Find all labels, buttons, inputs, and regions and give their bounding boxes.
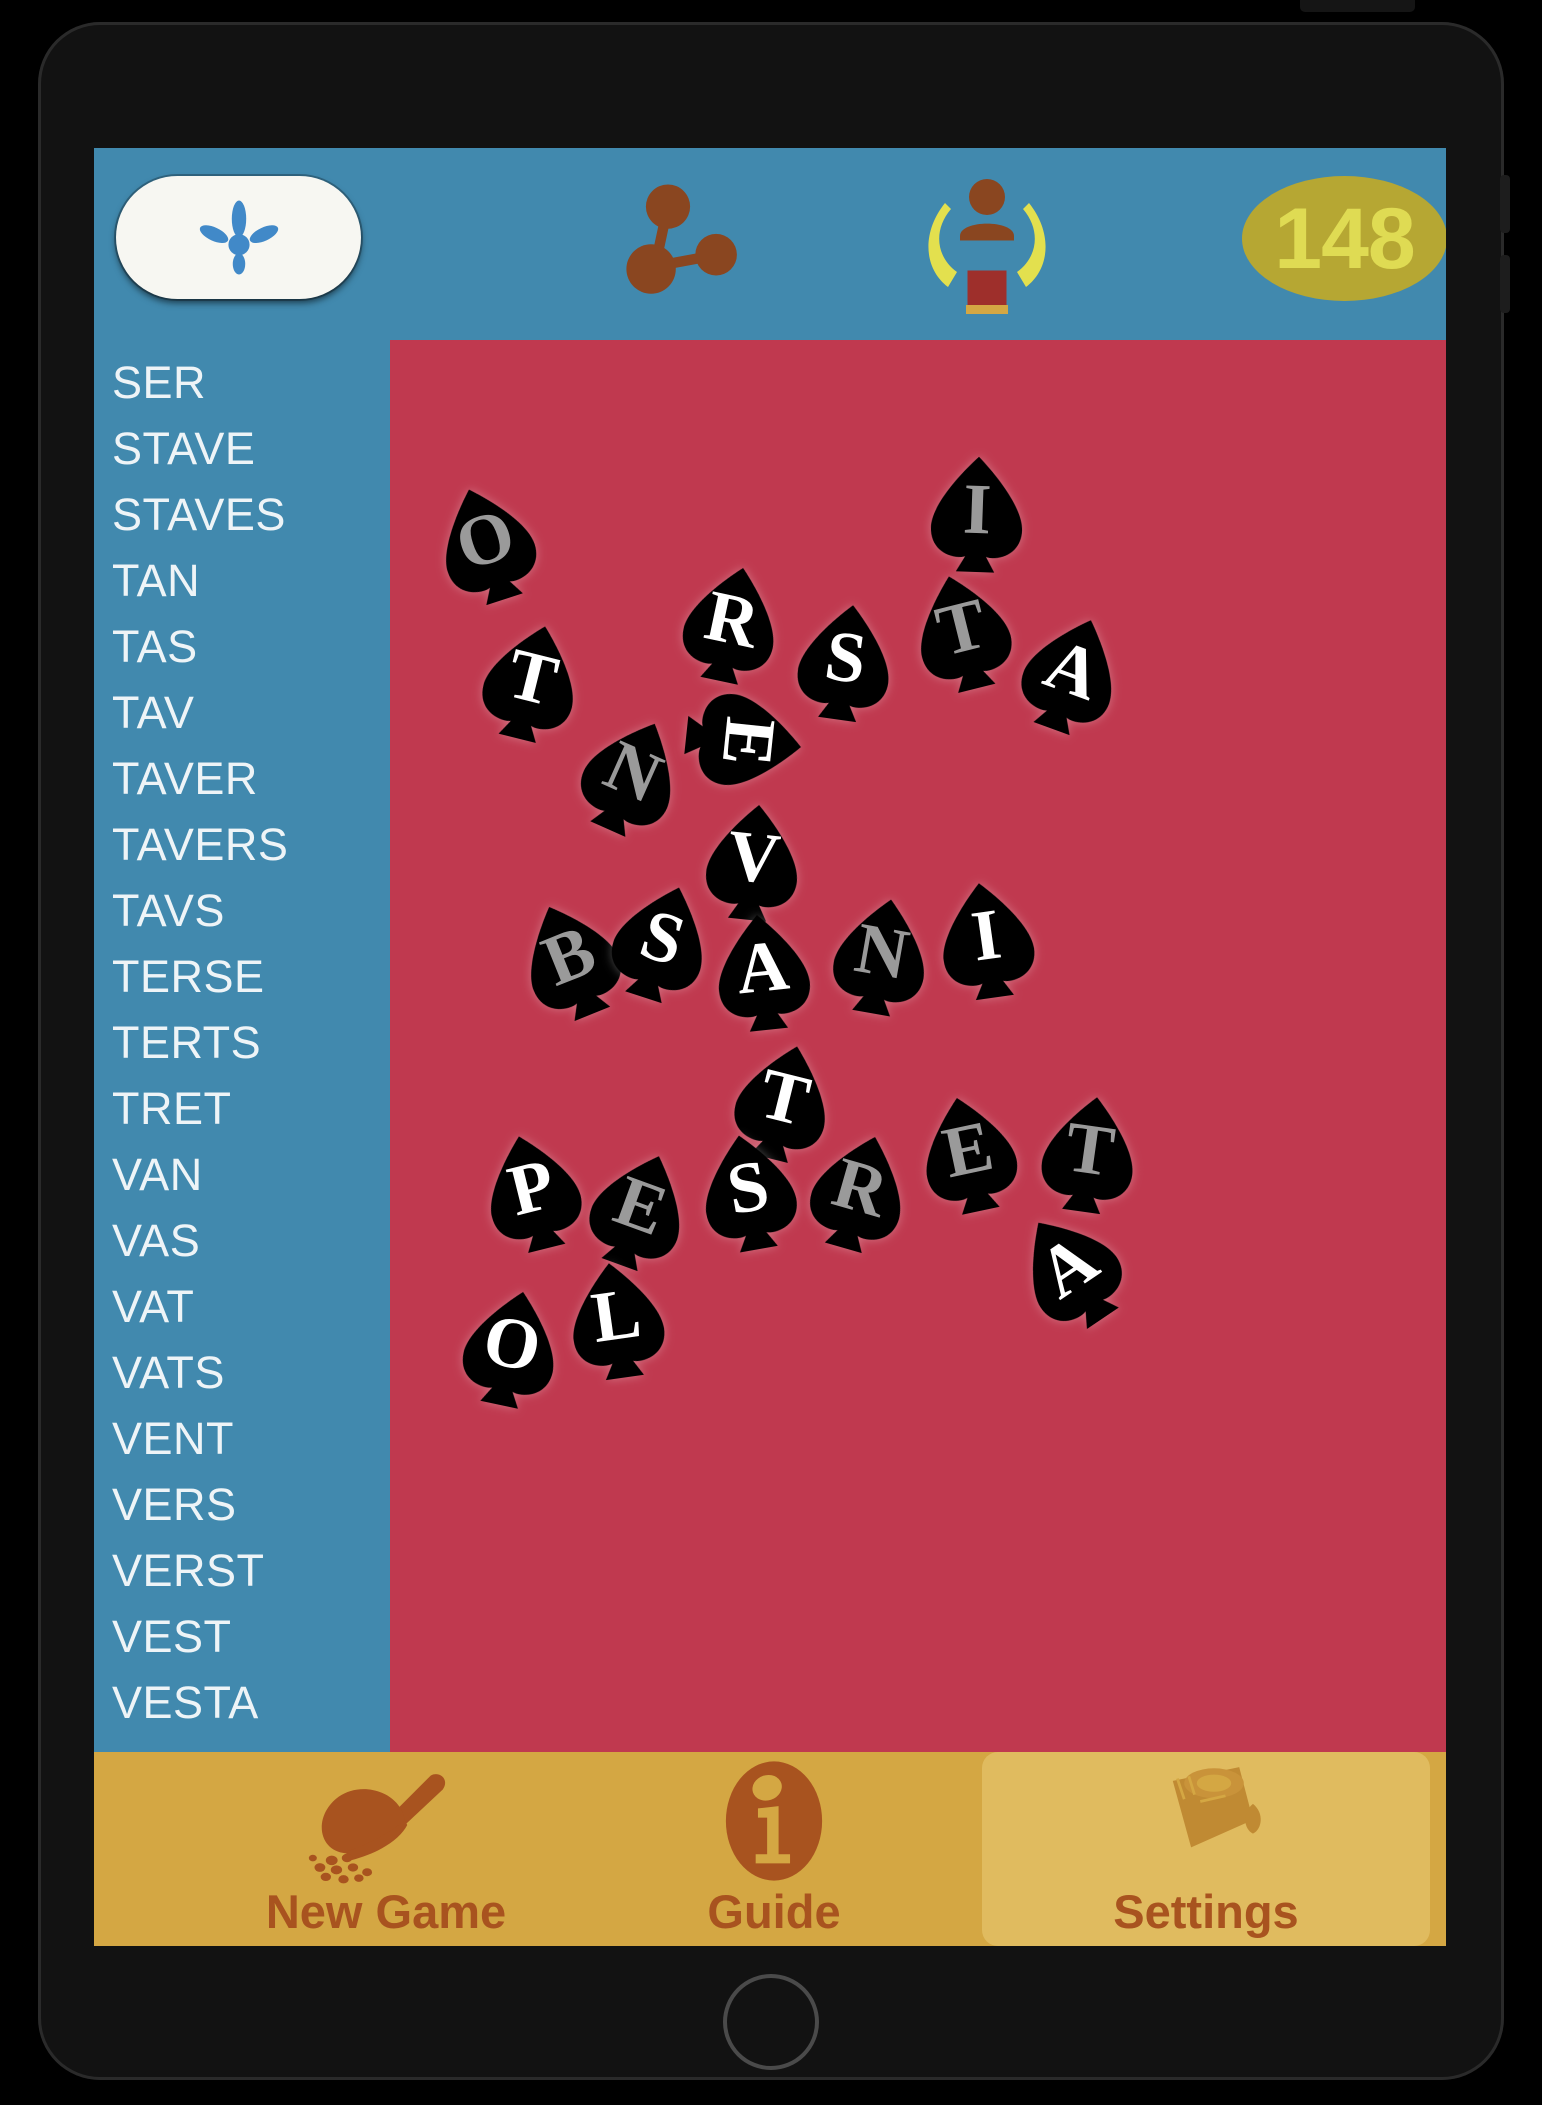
word-list-item[interactable]: VERS — [94, 1472, 390, 1538]
word-list-item[interactable]: SER — [94, 350, 390, 416]
letter-tile[interactable]: I — [916, 870, 1058, 1012]
asterisk-sparkle-icon — [199, 200, 278, 274]
tab-guide[interactable]: Guide — [624, 1752, 924, 1946]
volume-up-button[interactable] — [1500, 175, 1510, 233]
tab-label-guide: Guide — [707, 1885, 841, 1938]
word-list-item[interactable]: TRET — [94, 1076, 390, 1142]
bottom-toolbar: New Game Guide Settings — [94, 1752, 1446, 1946]
word-list-item[interactable]: TAV — [94, 680, 390, 746]
letter-tile[interactable]: I — [912, 450, 1042, 580]
word-list-item[interactable]: TAVS — [94, 878, 390, 944]
volume-down-button[interactable] — [1500, 255, 1510, 313]
app-screen: 148 SER STAVE STAVES TAN TAS TAV TAVER TAVERS TA… — [94, 148, 1446, 1946]
letter-tile[interactable]: A — [694, 904, 832, 1042]
refresh-button[interactable] — [116, 176, 361, 299]
word-list-item[interactable]: TAVERS — [94, 812, 390, 878]
word-list-item[interactable]: VENT — [94, 1406, 390, 1472]
word-list-item[interactable]: TERSE — [94, 944, 390, 1010]
letter-tile[interactable]: L — [546, 1250, 688, 1392]
stats-button[interactable] — [912, 170, 1062, 320]
info-circle-icon — [725, 1761, 823, 1881]
word-list-item[interactable]: STAVE — [94, 416, 390, 482]
word-list-item[interactable]: VERST — [94, 1538, 390, 1604]
tab-new-game[interactable]: New Game — [186, 1752, 586, 1946]
word-list-item[interactable]: TAN — [94, 548, 390, 614]
word-list-item[interactable]: STAVES — [94, 482, 390, 548]
tile-letter: O — [445, 492, 524, 586]
seed-scoop-icon — [308, 1774, 446, 1884]
power-button[interactable] — [1300, 0, 1415, 12]
tile-letter: I — [961, 468, 993, 549]
share-network-icon — [626, 184, 737, 294]
word-list-item[interactable]: VAS — [94, 1208, 390, 1274]
person-laurel-icon — [928, 179, 1046, 316]
tab-settings[interactable]: Settings — [982, 1752, 1430, 1946]
letter-tile[interactable]: O — [408, 466, 567, 625]
tile-letter: I — [966, 893, 1006, 977]
share-button[interactable] — [616, 178, 746, 308]
tile-letter: L — [586, 1271, 646, 1358]
tablet-device: 148 SER STAVE STAVES TAN TAS TAV TAVER TAVERS TA… — [0, 0, 1542, 2105]
home-button[interactable] — [723, 1974, 819, 2070]
tab-label-settings: Settings — [1113, 1885, 1299, 1938]
word-list-item[interactable]: VAN — [94, 1142, 390, 1208]
word-list-item[interactable]: TAVER — [94, 746, 390, 812]
word-list-item[interactable]: VAT — [94, 1274, 390, 1340]
score-value: 148 — [1274, 190, 1415, 287]
game-board[interactable]: OTNRESTAIVBSANITPESRETAOL — [390, 340, 1446, 1752]
found-words-list[interactable]: SER STAVE STAVES TAN TAS TAV TAVER TAVERS TAVS TE… — [94, 340, 390, 1752]
word-list-item[interactable]: VEST — [94, 1604, 390, 1670]
word-list-item[interactable]: VESTA — [94, 1670, 390, 1736]
tab-label-new-game: New Game — [265, 1885, 507, 1938]
word-list-item[interactable]: TAS — [94, 614, 390, 680]
watering-can-icon — [1172, 1767, 1261, 1848]
top-toolbar: 148 — [94, 148, 1446, 340]
score-badge: 148 — [1242, 176, 1446, 301]
word-list-item[interactable]: TERTS — [94, 1010, 390, 1076]
main-content: SER STAVE STAVES TAN TAS TAV TAVER TAVERS TAVS TE… — [94, 340, 1446, 1752]
word-list-item[interactable]: VATS — [94, 1340, 390, 1406]
tile-letter: A — [732, 924, 793, 1010]
